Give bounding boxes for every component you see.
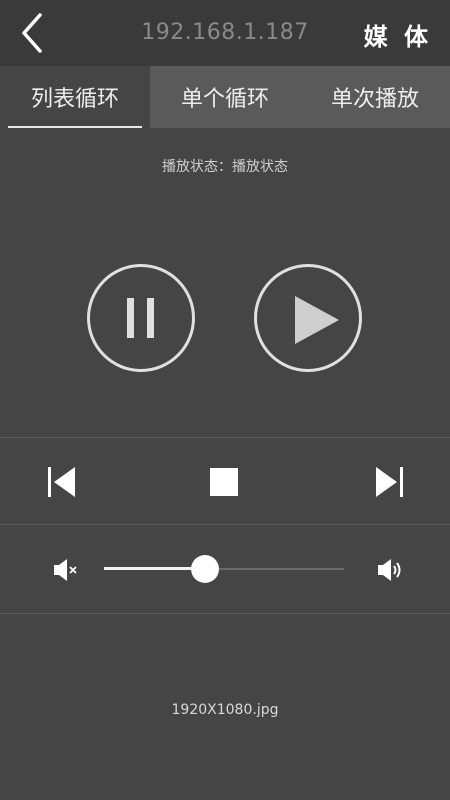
loop-mode-tabs: 列表循环 单个循环 单次播放 xyxy=(0,66,450,128)
mute-button[interactable] xyxy=(52,557,78,583)
tab-play-once[interactable]: 单次播放 xyxy=(300,66,450,128)
media-button[interactable]: 媒 体 xyxy=(364,17,432,52)
top-bar: 192.168.1.187 媒 体 xyxy=(0,0,450,66)
pause-icon xyxy=(127,298,134,338)
volume-slider-fill xyxy=(104,567,205,570)
stop-button[interactable] xyxy=(210,468,238,496)
play-button[interactable] xyxy=(254,264,362,372)
playback-status: 播放状态：播放状态 xyxy=(162,159,288,175)
tab-list-loop[interactable]: 列表循环 xyxy=(0,66,150,128)
volume-slider[interactable] xyxy=(104,555,344,583)
play-icon xyxy=(295,296,339,344)
skip-previous-icon xyxy=(48,467,75,497)
volume-mute-icon xyxy=(54,559,77,581)
file-name: 1920X1080.jpg xyxy=(171,702,279,718)
divider xyxy=(0,613,450,614)
next-button[interactable] xyxy=(372,466,406,498)
skip-next-icon xyxy=(376,467,403,497)
divider xyxy=(0,524,450,525)
previous-button[interactable] xyxy=(45,466,79,498)
divider xyxy=(0,437,450,438)
volume-up-icon xyxy=(378,559,401,581)
pause-button[interactable] xyxy=(87,264,195,372)
pause-icon-bar xyxy=(147,298,154,338)
volume-slider-thumb[interactable] xyxy=(190,555,219,583)
tab-single-loop[interactable]: 单个循环 xyxy=(150,66,300,128)
volume-up-button[interactable] xyxy=(376,557,404,583)
